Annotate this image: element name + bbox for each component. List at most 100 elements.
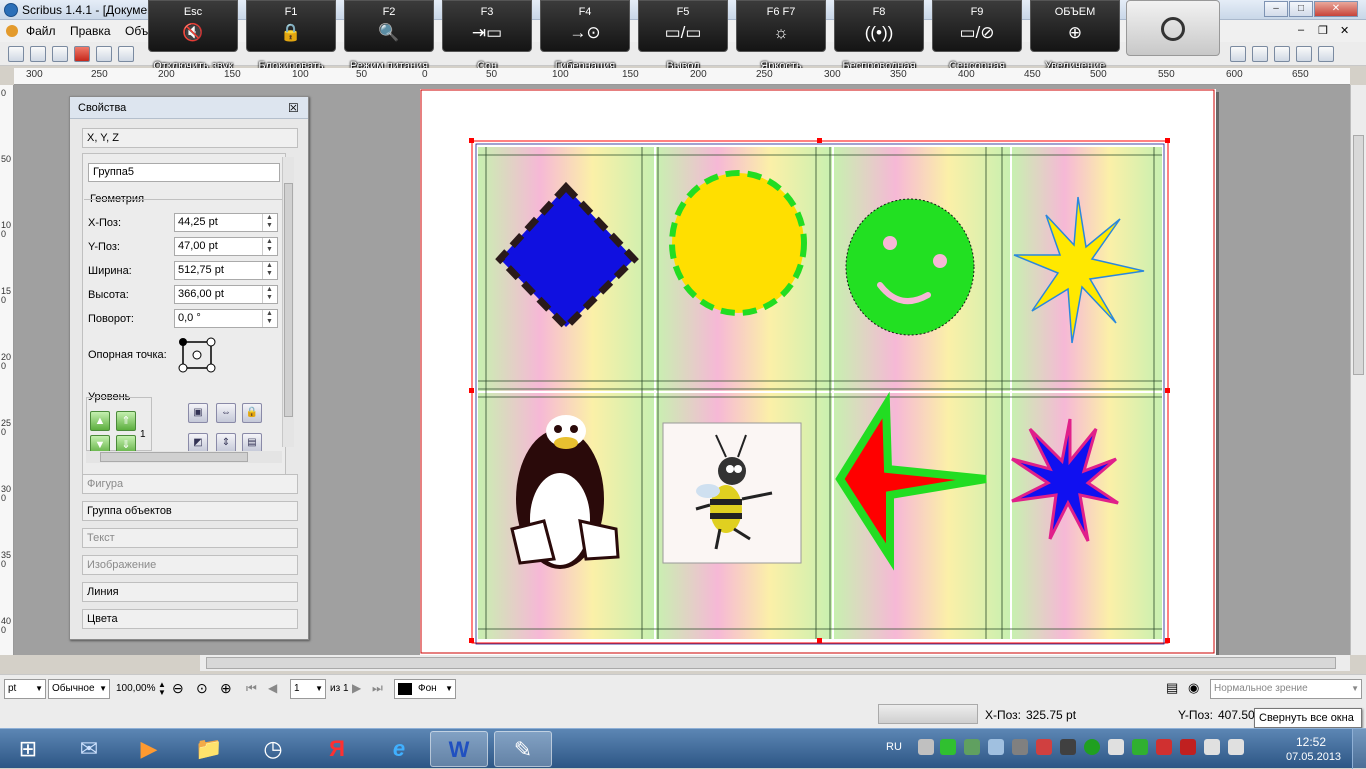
zoom-tool-icon[interactable] — [1274, 46, 1290, 62]
tray-tool-icon[interactable] — [1012, 739, 1028, 755]
doc-close-button[interactable]: ✕ — [1340, 24, 1349, 37]
scribus-app-icon[interactable]: ✎ — [494, 731, 552, 767]
fkey-f9[interactable]: F9 ▭/⊘ — [932, 0, 1022, 52]
tray-shield-icon[interactable] — [1132, 739, 1148, 755]
zoom-spinner[interactable]: ▲ ▼ — [158, 681, 166, 697]
show-desktop-button[interactable] — [1352, 729, 1366, 769]
flip-horizontal-icon[interactable]: ⇔ — [216, 403, 236, 423]
y-pos-spinner[interactable]: ▲ ▼ — [262, 238, 276, 255]
fkey-f2[interactable]: F2 🔍 — [344, 0, 434, 52]
doc-minimize-button[interactable]: – — [1298, 24, 1304, 36]
tray-monitor-icon[interactable] — [988, 739, 1004, 755]
tray-display-icon[interactable] — [1060, 739, 1076, 755]
fkey-f5[interactable]: F5 ▭/▭ — [638, 0, 728, 52]
unit-select[interactable]: pt ▼ — [4, 679, 46, 699]
print-icon[interactable] — [96, 46, 112, 62]
clock-app-icon[interactable]: ◷ — [244, 731, 302, 767]
item-name-field[interactable]: Группа5 — [88, 163, 280, 182]
zoom-value[interactable]: 100,00% — [116, 683, 155, 694]
tray-arrow-icon[interactable] — [1180, 739, 1196, 755]
first-page-icon[interactable]: ⏮ — [246, 681, 257, 696]
open-icon[interactable] — [30, 46, 46, 62]
image-quality-select[interactable]: Обычное ▼ — [48, 679, 110, 699]
tray-app-icon[interactable] — [964, 739, 980, 755]
zoom-fit-icon[interactable]: ⊙ — [196, 680, 208, 697]
raise-level-button[interactable]: ▲ — [90, 411, 110, 431]
x-pos-spinner[interactable]: ▲ ▼ — [262, 214, 276, 231]
height-spinner[interactable]: ▲ ▼ — [262, 286, 276, 303]
section-group[interactable]: Группа объектов — [82, 501, 298, 521]
hp-logo-button[interactable] — [1126, 0, 1220, 56]
start-button[interactable]: ⊞ — [2, 731, 54, 767]
tray-network-icon[interactable] — [918, 739, 934, 755]
group-icon[interactable]: ◩ — [188, 433, 208, 453]
section-xyz[interactable]: X, Y, Z — [82, 128, 298, 148]
fkey-esc[interactable]: Esc 🔇 — [148, 0, 238, 52]
horizontal-scroll-thumb[interactable] — [206, 657, 1336, 669]
file-explorer-app-icon[interactable]: 📁 — [180, 731, 238, 767]
internet-explorer-app-icon[interactable]: e — [370, 731, 428, 767]
close-button[interactable]: ✕ — [1314, 1, 1358, 17]
fkey-f1[interactable]: F1 🔒 — [246, 0, 336, 52]
tray-power-icon[interactable] — [1228, 739, 1244, 755]
zoom-in-icon[interactable]: ⊕ — [220, 680, 232, 697]
tray-download-icon[interactable] — [940, 739, 956, 755]
zoom-out-icon[interactable]: ⊖ — [172, 680, 184, 697]
raise-to-top-button[interactable]: ⇑ — [116, 411, 136, 431]
doc-restore-button[interactable]: ❐ — [1318, 24, 1328, 37]
next-page-icon[interactable]: ▶ — [352, 681, 361, 695]
link-icon[interactable] — [1296, 46, 1312, 62]
vertical-ruler[interactable]: 0 50 100 150 200 250 300 350 400 — [0, 85, 14, 655]
menu-edit[interactable]: Правка — [70, 24, 111, 38]
lock-item-icon[interactable]: 🔒 — [242, 403, 262, 423]
fkey-f6-f7[interactable]: F6 F7 ☼ — [736, 0, 826, 52]
tray-flag-icon[interactable] — [1036, 739, 1052, 755]
edit-mode-icon[interactable] — [1252, 46, 1268, 62]
menu-file[interactable]: Файл — [26, 24, 56, 38]
mail-app-icon[interactable]: ✉ — [60, 731, 118, 767]
maximize-button[interactable]: □ — [1289, 1, 1313, 17]
panel-hscroll[interactable] — [86, 451, 282, 463]
section-image[interactable]: Изображение — [82, 555, 298, 575]
horizontal-scrollbar[interactable] — [200, 655, 1350, 671]
tray-warning-icon[interactable] — [1156, 739, 1172, 755]
tray-volume-icon[interactable] — [1204, 739, 1220, 755]
yandex-browser-app-icon[interactable]: Я — [308, 731, 366, 767]
page-select[interactable]: 1 ▼ — [290, 679, 326, 699]
flip-vertical-icon[interactable]: ⇕ — [216, 433, 236, 453]
flatten-icon[interactable]: ▣ — [188, 403, 208, 423]
new-doc-icon[interactable] — [8, 46, 24, 62]
preview-mode-icon[interactable]: ▤ — [1166, 680, 1178, 696]
panel-close-icon[interactable]: ☒ — [288, 101, 299, 115]
horizontal-ruler[interactable]: 300 250 200 150 100 50 0 50 100 150 200 … — [14, 68, 1350, 85]
rotation-spinner[interactable]: ▲ ▼ — [262, 310, 276, 327]
fkey-volume[interactable]: ОБЪЕМ ⊕ — [1030, 0, 1120, 52]
vertical-scrollbar[interactable] — [1350, 85, 1366, 655]
last-page-icon[interactable]: ⏭ — [372, 681, 383, 696]
language-indicator[interactable]: RU — [886, 741, 902, 753]
prev-page-icon[interactable]: ◀ — [268, 681, 277, 695]
preflight-icon[interactable] — [118, 46, 134, 62]
view-mode-select[interactable]: Нормальное зрение ▼ — [1210, 679, 1362, 699]
visual-impairment-icon[interactable]: ◉ — [1188, 680, 1199, 696]
clock-date[interactable]: 07.05.2013 — [1286, 751, 1341, 763]
pivot-point-selector[interactable] — [178, 337, 216, 373]
word-app-icon[interactable]: W — [430, 731, 488, 767]
document-page[interactable] — [420, 89, 1216, 655]
section-text[interactable]: Текст — [82, 528, 298, 548]
layer-select[interactable]: Фон ▼ — [394, 679, 456, 699]
panel-vscroll-thumb[interactable] — [284, 183, 293, 417]
panel-hscroll-thumb[interactable] — [100, 452, 248, 462]
close-doc-icon[interactable] — [74, 46, 90, 62]
media-player-app-icon[interactable]: ▶ — [120, 731, 178, 767]
tray-security-icon[interactable] — [1084, 739, 1100, 755]
minimize-button[interactable]: – — [1264, 1, 1288, 17]
fkey-f3[interactable]: F3 ⇥▭ — [442, 0, 532, 52]
fkey-f8[interactable]: F8 ((•)) — [834, 0, 924, 52]
eyedropper-icon[interactable] — [1318, 46, 1334, 62]
size-lock-icon[interactable]: ▤ — [242, 433, 262, 453]
width-spinner[interactable]: ▲ ▼ — [262, 262, 276, 279]
vertical-scroll-thumb[interactable] — [1353, 135, 1364, 375]
section-line[interactable]: Линия — [82, 582, 298, 602]
panel-vscroll[interactable] — [282, 157, 294, 447]
